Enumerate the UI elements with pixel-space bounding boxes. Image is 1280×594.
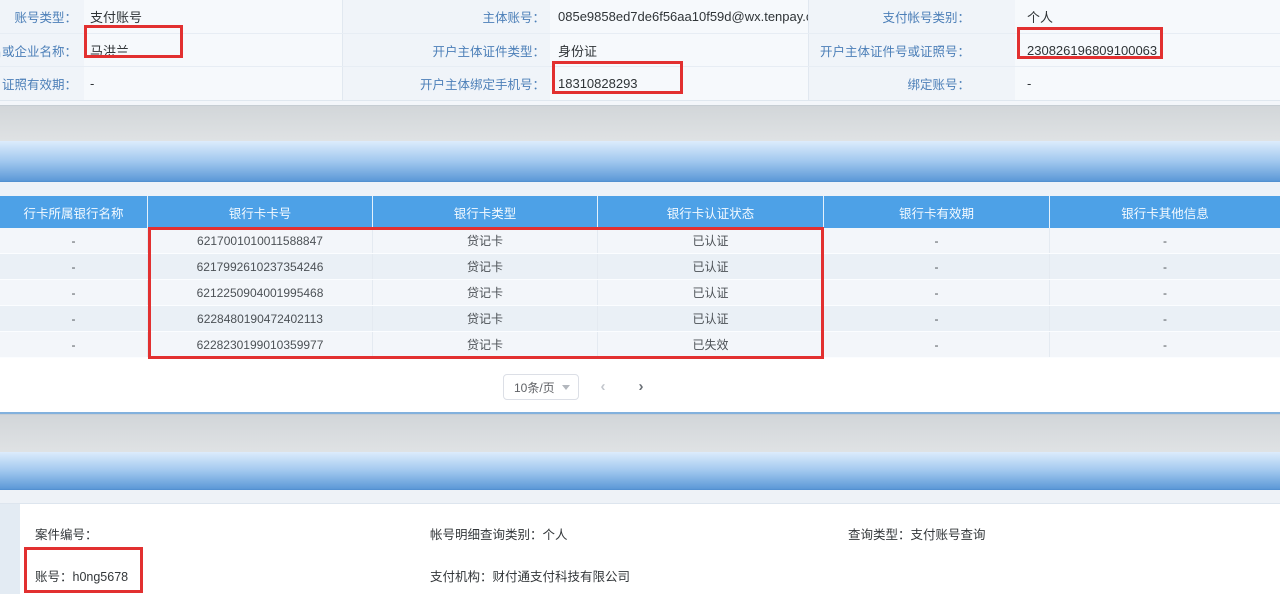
case-number-label: 案件编号： [35, 524, 98, 543]
column-header: 银行卡认证状态 [598, 196, 824, 228]
table-cell: - [824, 332, 1050, 357]
separator-light-strip [0, 182, 1280, 196]
field-label: 开户主体绑定手机号： [343, 67, 550, 100]
bank-card-table-body: -6217001010011588847贷记卡已认证---62179926102… [0, 228, 1280, 358]
table-cell: - [0, 254, 148, 279]
field-label: 开户主体证件类型： [343, 34, 550, 67]
table-row: -6212250904001995468贷记卡已认证-- [0, 280, 1280, 306]
pagination: 10条/页 ‹ › [503, 374, 655, 400]
table-cell: - [1050, 332, 1280, 357]
table-row: -6217992610237354246贷记卡已认证-- [0, 254, 1280, 280]
table-cell: - [0, 280, 148, 305]
table-cell: 贷记卡 [373, 228, 598, 253]
table-cell: - [1050, 254, 1280, 279]
field-value: 马洪兰 [84, 34, 343, 67]
separator-light-strip-2 [0, 490, 1280, 503]
page-size-value: 10条/页 [514, 379, 555, 396]
query-category: 帐号明细查询类别：个人 [430, 524, 568, 543]
table-cell: 贷记卡 [373, 280, 598, 305]
query-type: 查询类型：支付账号查询 [848, 524, 986, 543]
table-cell: - [0, 228, 148, 253]
table-cell: 已认证 [598, 254, 824, 279]
field-label: 主体账号： [343, 0, 550, 33]
account-info-table: 账号类型：支付账号主体账号：085e9858ed7de6f56aa10f59d@… [0, 0, 1280, 101]
case-info-footer: 案件编号： 帐号明细查询类别：个人 查询类型：支付账号查询 账号：h0ng567… [0, 503, 1280, 594]
field-value: 支付账号 [84, 0, 343, 33]
field-label: 名或企业名称： [0, 34, 84, 67]
column-header: 银行卡有效期 [824, 196, 1050, 228]
separator-blue-band [0, 141, 1280, 182]
separator-blue-band-2 [0, 452, 1280, 490]
field-value: 085e9858ed7de6f56aa10f59d@wx.tenpay.c [550, 0, 809, 33]
table-row: -6217001010011588847贷记卡已认证-- [0, 228, 1280, 254]
field-label: 账号类型： [0, 0, 84, 33]
table-cell: 已认证 [598, 306, 824, 331]
field-value: 230826196809100063 [1015, 34, 1280, 67]
table-cell: 6228480190472402113 [148, 306, 373, 331]
prev-page-button[interactable]: ‹ [589, 374, 617, 400]
footer-left-strip [0, 504, 20, 594]
table-cell: - [824, 228, 1050, 253]
table-cell: 6217001010011588847 [148, 228, 373, 253]
column-header: 银行卡卡号 [148, 196, 373, 228]
bank-card-table-header: 行卡所属银行名称银行卡卡号银行卡类型银行卡认证状态银行卡有效期银行卡其他信息 [0, 196, 1280, 228]
table-cell: 已认证 [598, 280, 824, 305]
table-row: -6228480190472402113贷记卡已认证-- [0, 306, 1280, 332]
table-cell: 6228230199010359977 [148, 332, 373, 357]
separator-gray-band-2 [0, 414, 1280, 452]
field-value: - [84, 67, 343, 100]
table-row: -6228230199010359977贷记卡已失效-- [0, 332, 1280, 358]
table-cell: - [1050, 280, 1280, 305]
table-cell: - [1050, 228, 1280, 253]
page-size-select[interactable]: 10条/页 [503, 374, 579, 400]
account-number: 账号：h0ng5678 [35, 566, 128, 585]
table-cell: 贷记卡 [373, 306, 598, 331]
field-value: 18310828293 [550, 67, 809, 100]
field-label: 支付帐号类别： [809, 0, 1015, 33]
separator-gray-band [0, 105, 1280, 141]
column-header: 银行卡类型 [373, 196, 598, 228]
info-row: 证照有效期：-开户主体绑定手机号：18310828293绑定账号：- [0, 67, 1280, 101]
column-header: 银行卡其他信息 [1050, 196, 1280, 228]
table-cell: - [824, 280, 1050, 305]
next-page-button[interactable]: › [627, 374, 655, 400]
table-cell: 贷记卡 [373, 332, 598, 357]
field-label: 绑定账号： [809, 67, 1015, 100]
table-cell: 6217992610237354246 [148, 254, 373, 279]
field-label: 开户主体证件号或证照号： [809, 34, 1015, 67]
table-cell: - [824, 254, 1050, 279]
info-row: 名或企业名称：马洪兰开户主体证件类型：身份证开户主体证件号或证照号：230826… [0, 34, 1280, 68]
table-cell: - [0, 332, 148, 357]
field-value: - [1015, 67, 1280, 100]
info-row: 账号类型：支付账号主体账号：085e9858ed7de6f56aa10f59d@… [0, 0, 1280, 34]
table-cell: 6212250904001995468 [148, 280, 373, 305]
table-cell: - [0, 306, 148, 331]
bank-card-table: 行卡所属银行名称银行卡卡号银行卡类型银行卡认证状态银行卡有效期银行卡其他信息 -… [0, 196, 1280, 358]
field-value: 个人 [1015, 0, 1280, 33]
column-header: 行卡所属银行名称 [0, 196, 148, 228]
table-cell: 贷记卡 [373, 254, 598, 279]
table-cell: - [1050, 306, 1280, 331]
table-cell: 已失效 [598, 332, 824, 357]
chevron-down-icon [562, 385, 570, 390]
field-label: 证照有效期： [0, 67, 84, 100]
payment-provider: 支付机构：财付通支付科技有限公司 [430, 566, 630, 585]
table-cell: - [824, 306, 1050, 331]
payment-account-detail-page: 账号类型：支付账号主体账号：085e9858ed7de6f56aa10f59d@… [0, 0, 1280, 594]
field-value: 身份证 [550, 34, 809, 67]
table-cell: 已认证 [598, 228, 824, 253]
